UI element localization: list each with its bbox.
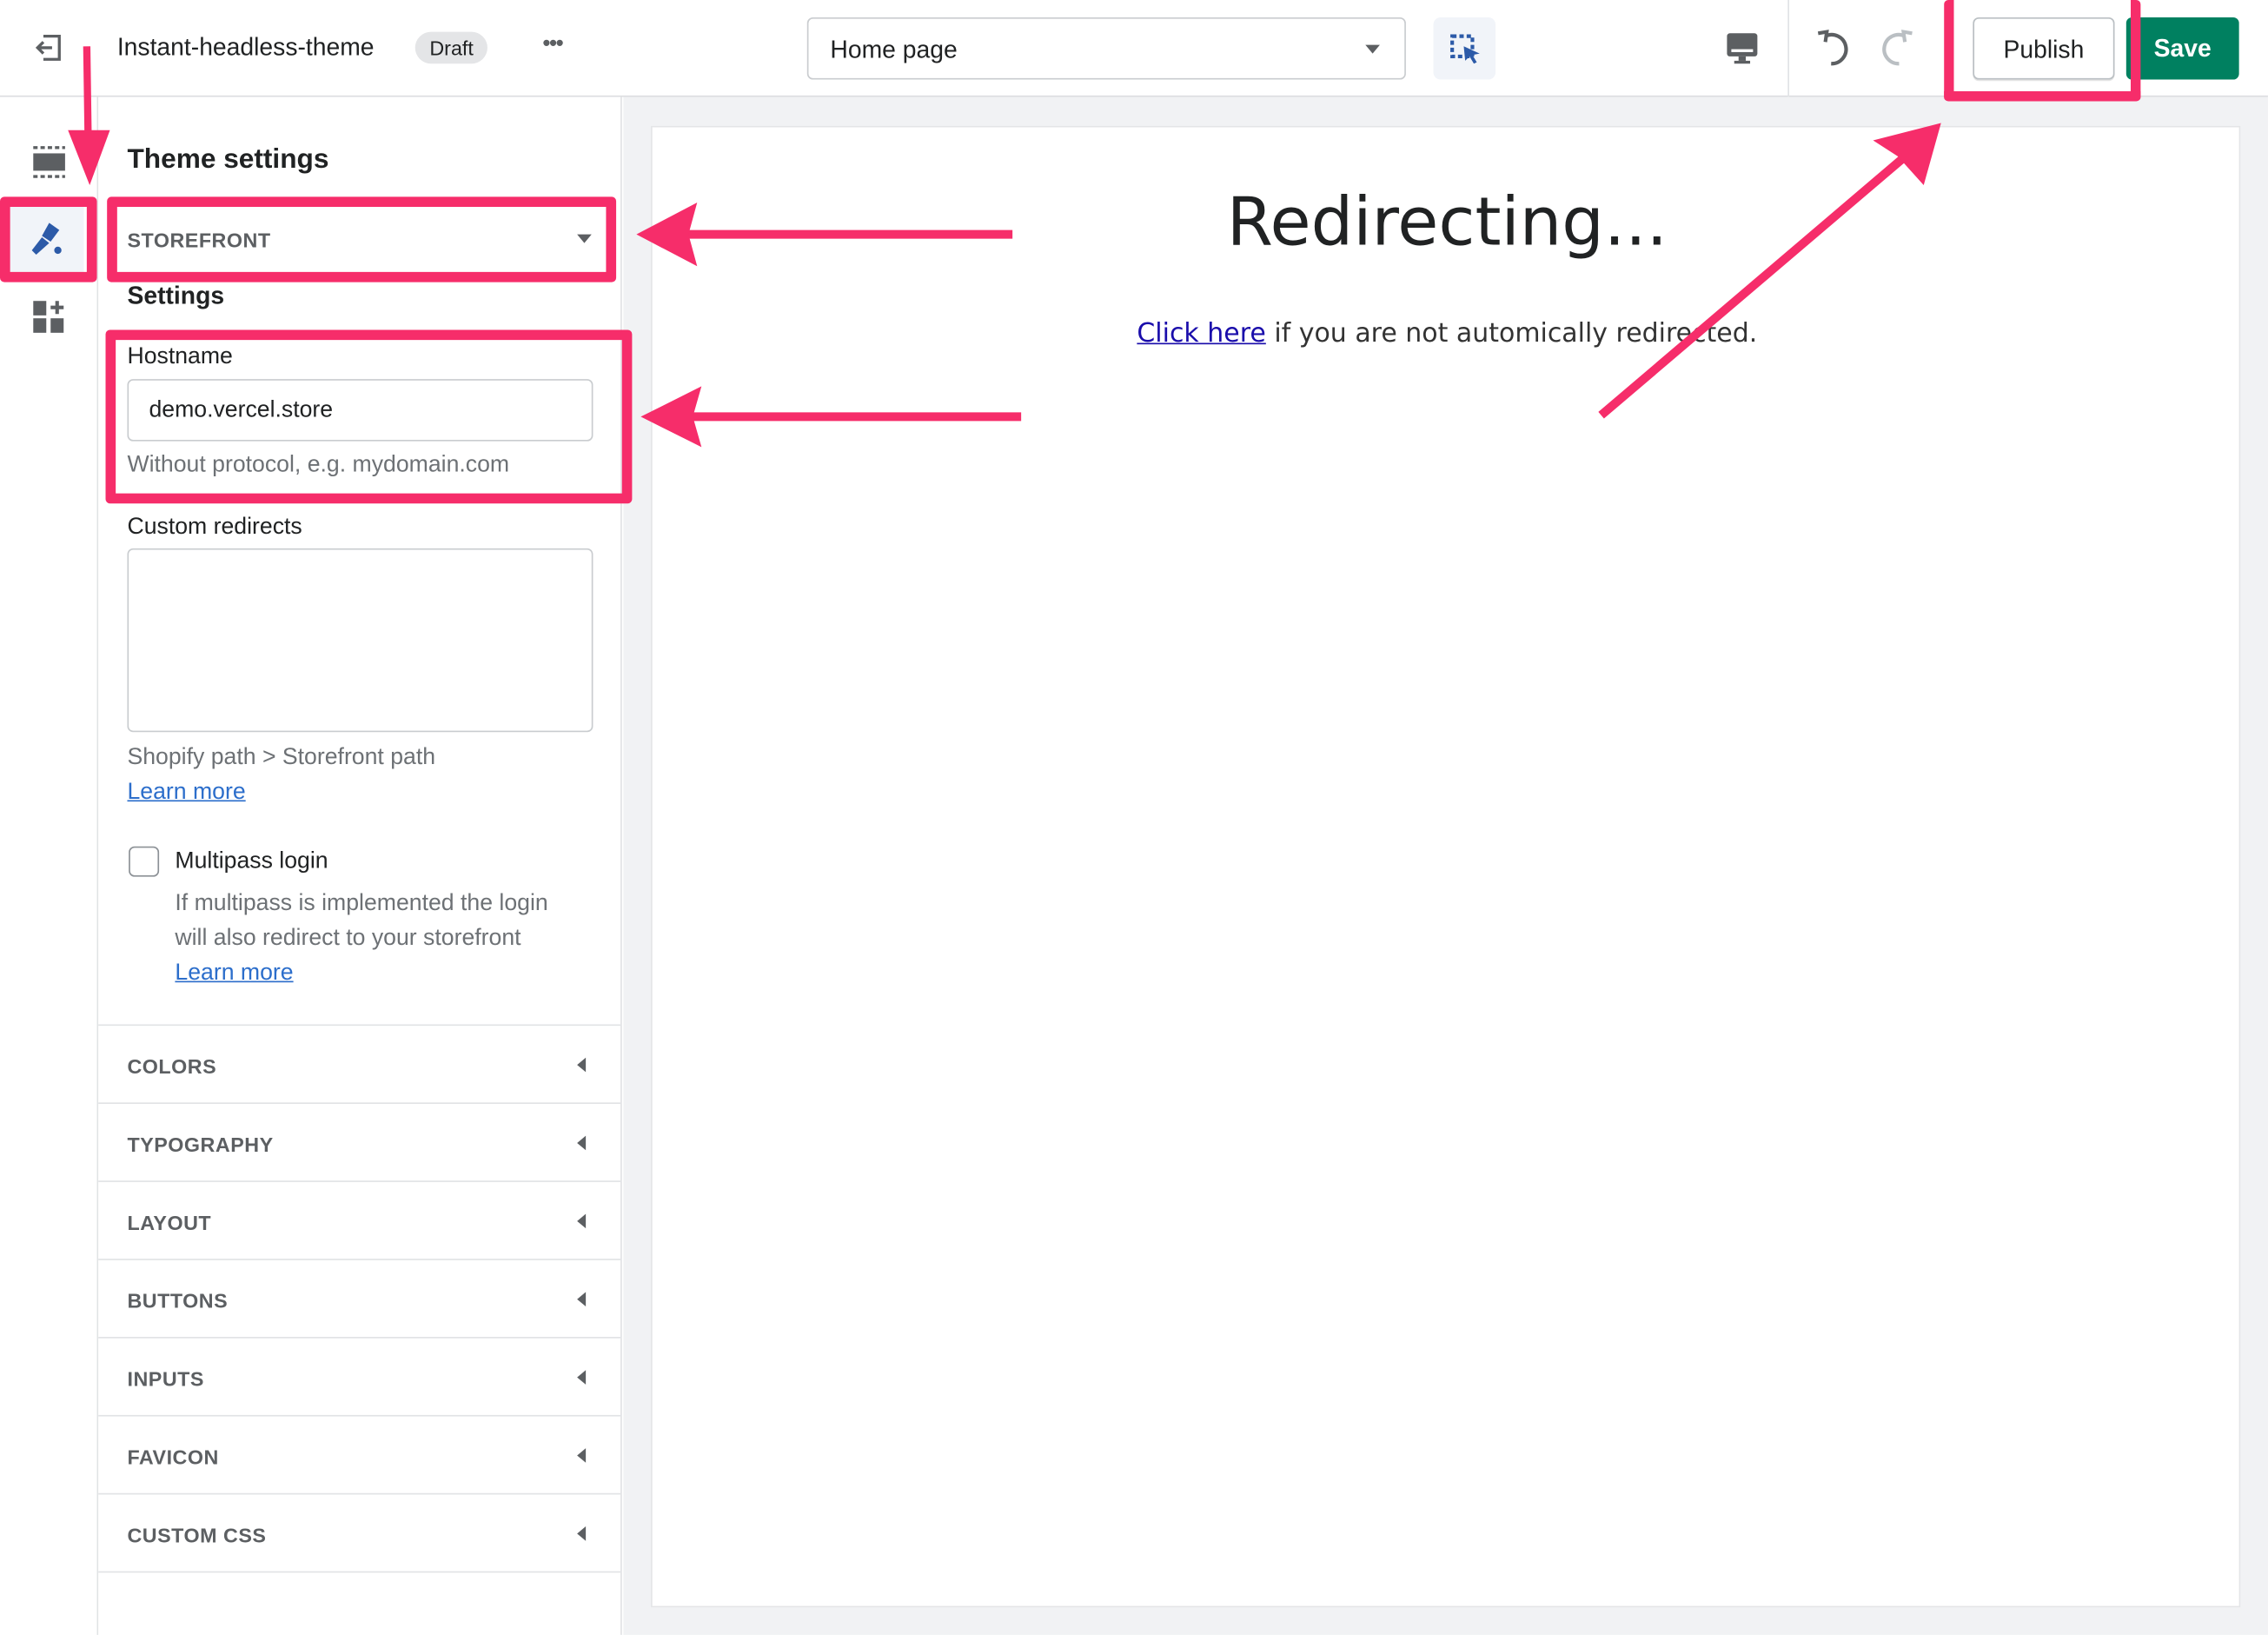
arrow-diagonal <box>1598 156 1906 419</box>
arrow-head <box>68 130 110 186</box>
arrow-down <box>83 46 92 145</box>
arrow-head <box>640 386 702 448</box>
annotation-arrows <box>68 46 1941 448</box>
arrow-head <box>636 203 698 267</box>
